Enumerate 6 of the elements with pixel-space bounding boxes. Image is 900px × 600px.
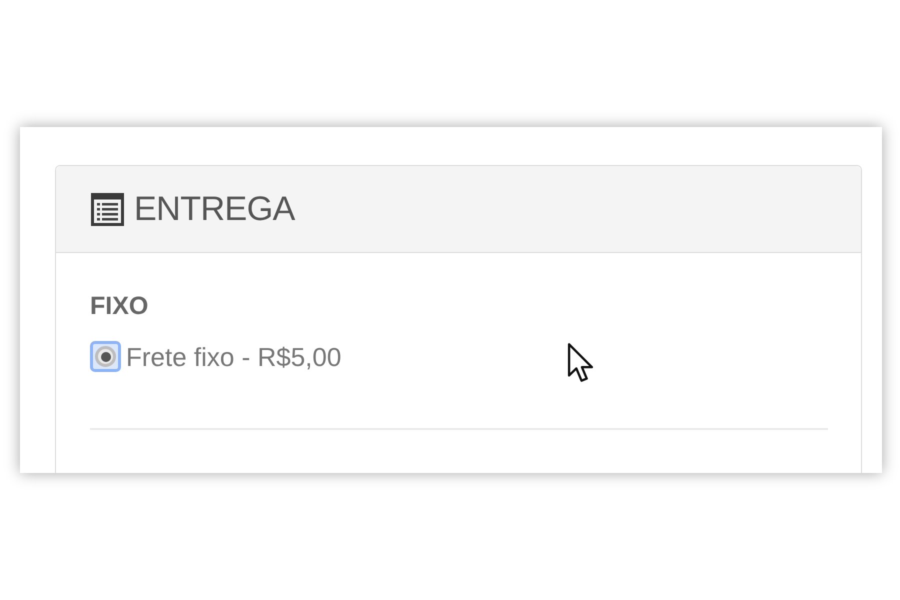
mouse-pointer-icon (567, 342, 594, 384)
radio-button[interactable] (90, 341, 121, 372)
list-icon (91, 192, 124, 226)
option-label[interactable]: Frete fixo - R$5,00 (126, 342, 342, 372)
panel-title: ENTREGA (134, 189, 295, 229)
group-label: FIXO (90, 291, 148, 321)
